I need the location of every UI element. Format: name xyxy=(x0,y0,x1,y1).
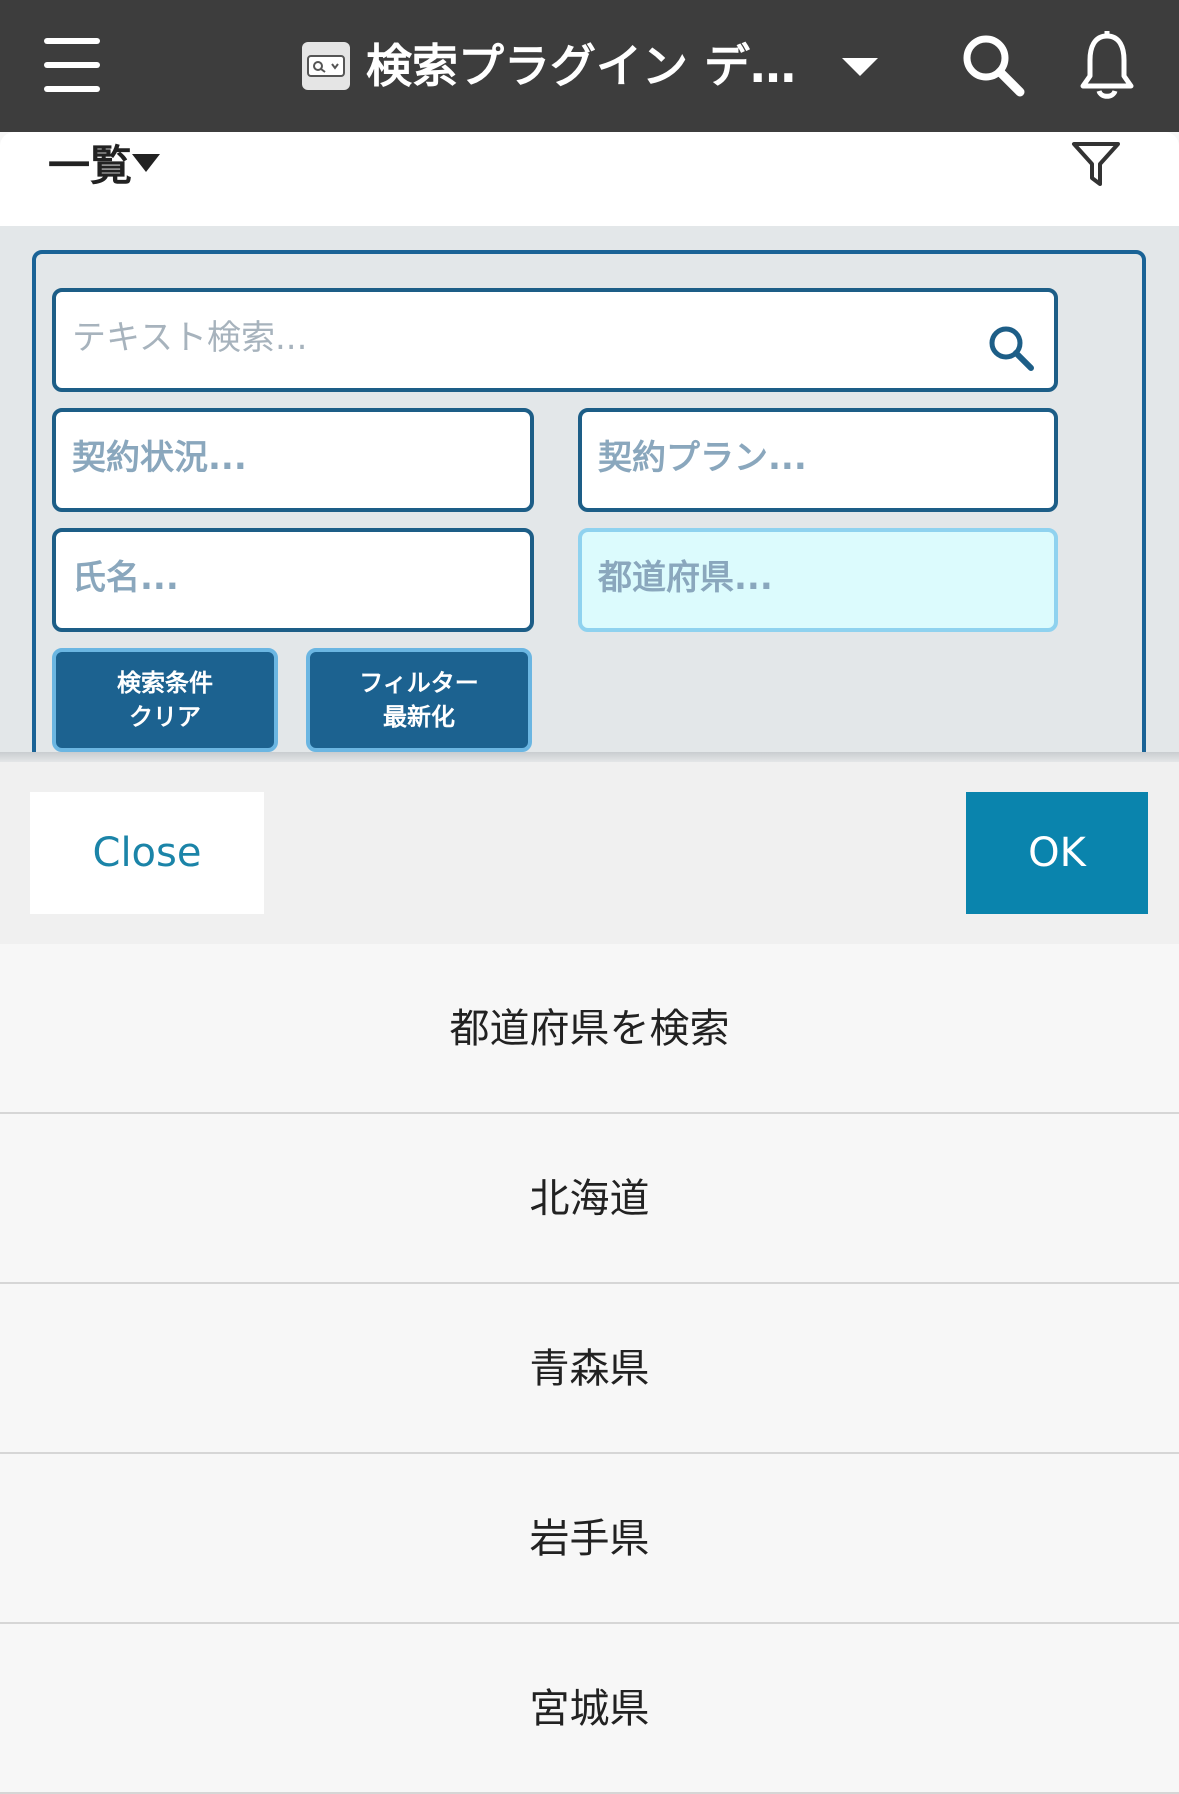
menu-icon[interactable] xyxy=(44,36,100,94)
picker-toolbar: Close OK xyxy=(0,762,1179,944)
picker-option[interactable]: 青森県 xyxy=(0,1284,1179,1454)
picker-option[interactable]: 宮城県 xyxy=(0,1624,1179,1794)
picker-option[interactable]: 北海道 xyxy=(0,1114,1179,1284)
text-search-input[interactable]: テキスト検索... xyxy=(52,288,1058,392)
refresh-button-line2: 最新化 xyxy=(383,703,455,731)
clear-button-line1: 検索条件 xyxy=(117,669,213,697)
prefecture-picker-list[interactable]: 都道府県を検索 北海道 青森県 岩手県 宮城県 xyxy=(0,944,1179,1794)
search-icon[interactable] xyxy=(986,316,1036,371)
name-field[interactable]: 氏名... xyxy=(52,528,534,632)
picker-option-search[interactable]: 都道府県を検索 xyxy=(0,944,1179,1114)
text-search-placeholder: テキスト検索... xyxy=(72,318,308,358)
chevron-down-icon[interactable] xyxy=(842,58,878,76)
app-title[interactable]: 検索プラグイン デ… xyxy=(366,34,796,98)
filter-panel: テキスト検索... 契約状況... 契約プラン... 氏名... 都道府県...… xyxy=(0,226,1179,762)
list-view-selector[interactable]: 一覧 xyxy=(48,140,132,192)
caret-down-icon[interactable] xyxy=(132,154,160,172)
prefecture-field[interactable]: 都道府県... xyxy=(578,528,1058,632)
list-view-header: 一覧 xyxy=(0,132,1179,227)
refresh-filter-button[interactable]: フィルター 最新化 xyxy=(306,648,532,752)
clear-button-line2: クリア xyxy=(129,703,201,731)
search-icon[interactable] xyxy=(960,32,1026,98)
picker-option[interactable]: 岩手県 xyxy=(0,1454,1179,1624)
contract-status-field[interactable]: 契約状況... xyxy=(52,408,534,512)
contract-plan-field[interactable]: 契約プラン... xyxy=(578,408,1058,512)
bell-icon[interactable] xyxy=(1078,30,1136,102)
ok-button[interactable]: OK xyxy=(966,792,1148,914)
refresh-button-line1: フィルター xyxy=(359,669,479,697)
filter-icon[interactable] xyxy=(1068,136,1124,192)
app-header: 検索プラグイン デ… xyxy=(0,0,1179,132)
clear-conditions-button[interactable]: 検索条件 クリア xyxy=(52,648,278,752)
close-button[interactable]: Close xyxy=(30,792,264,914)
app-tab-icon xyxy=(302,42,350,90)
